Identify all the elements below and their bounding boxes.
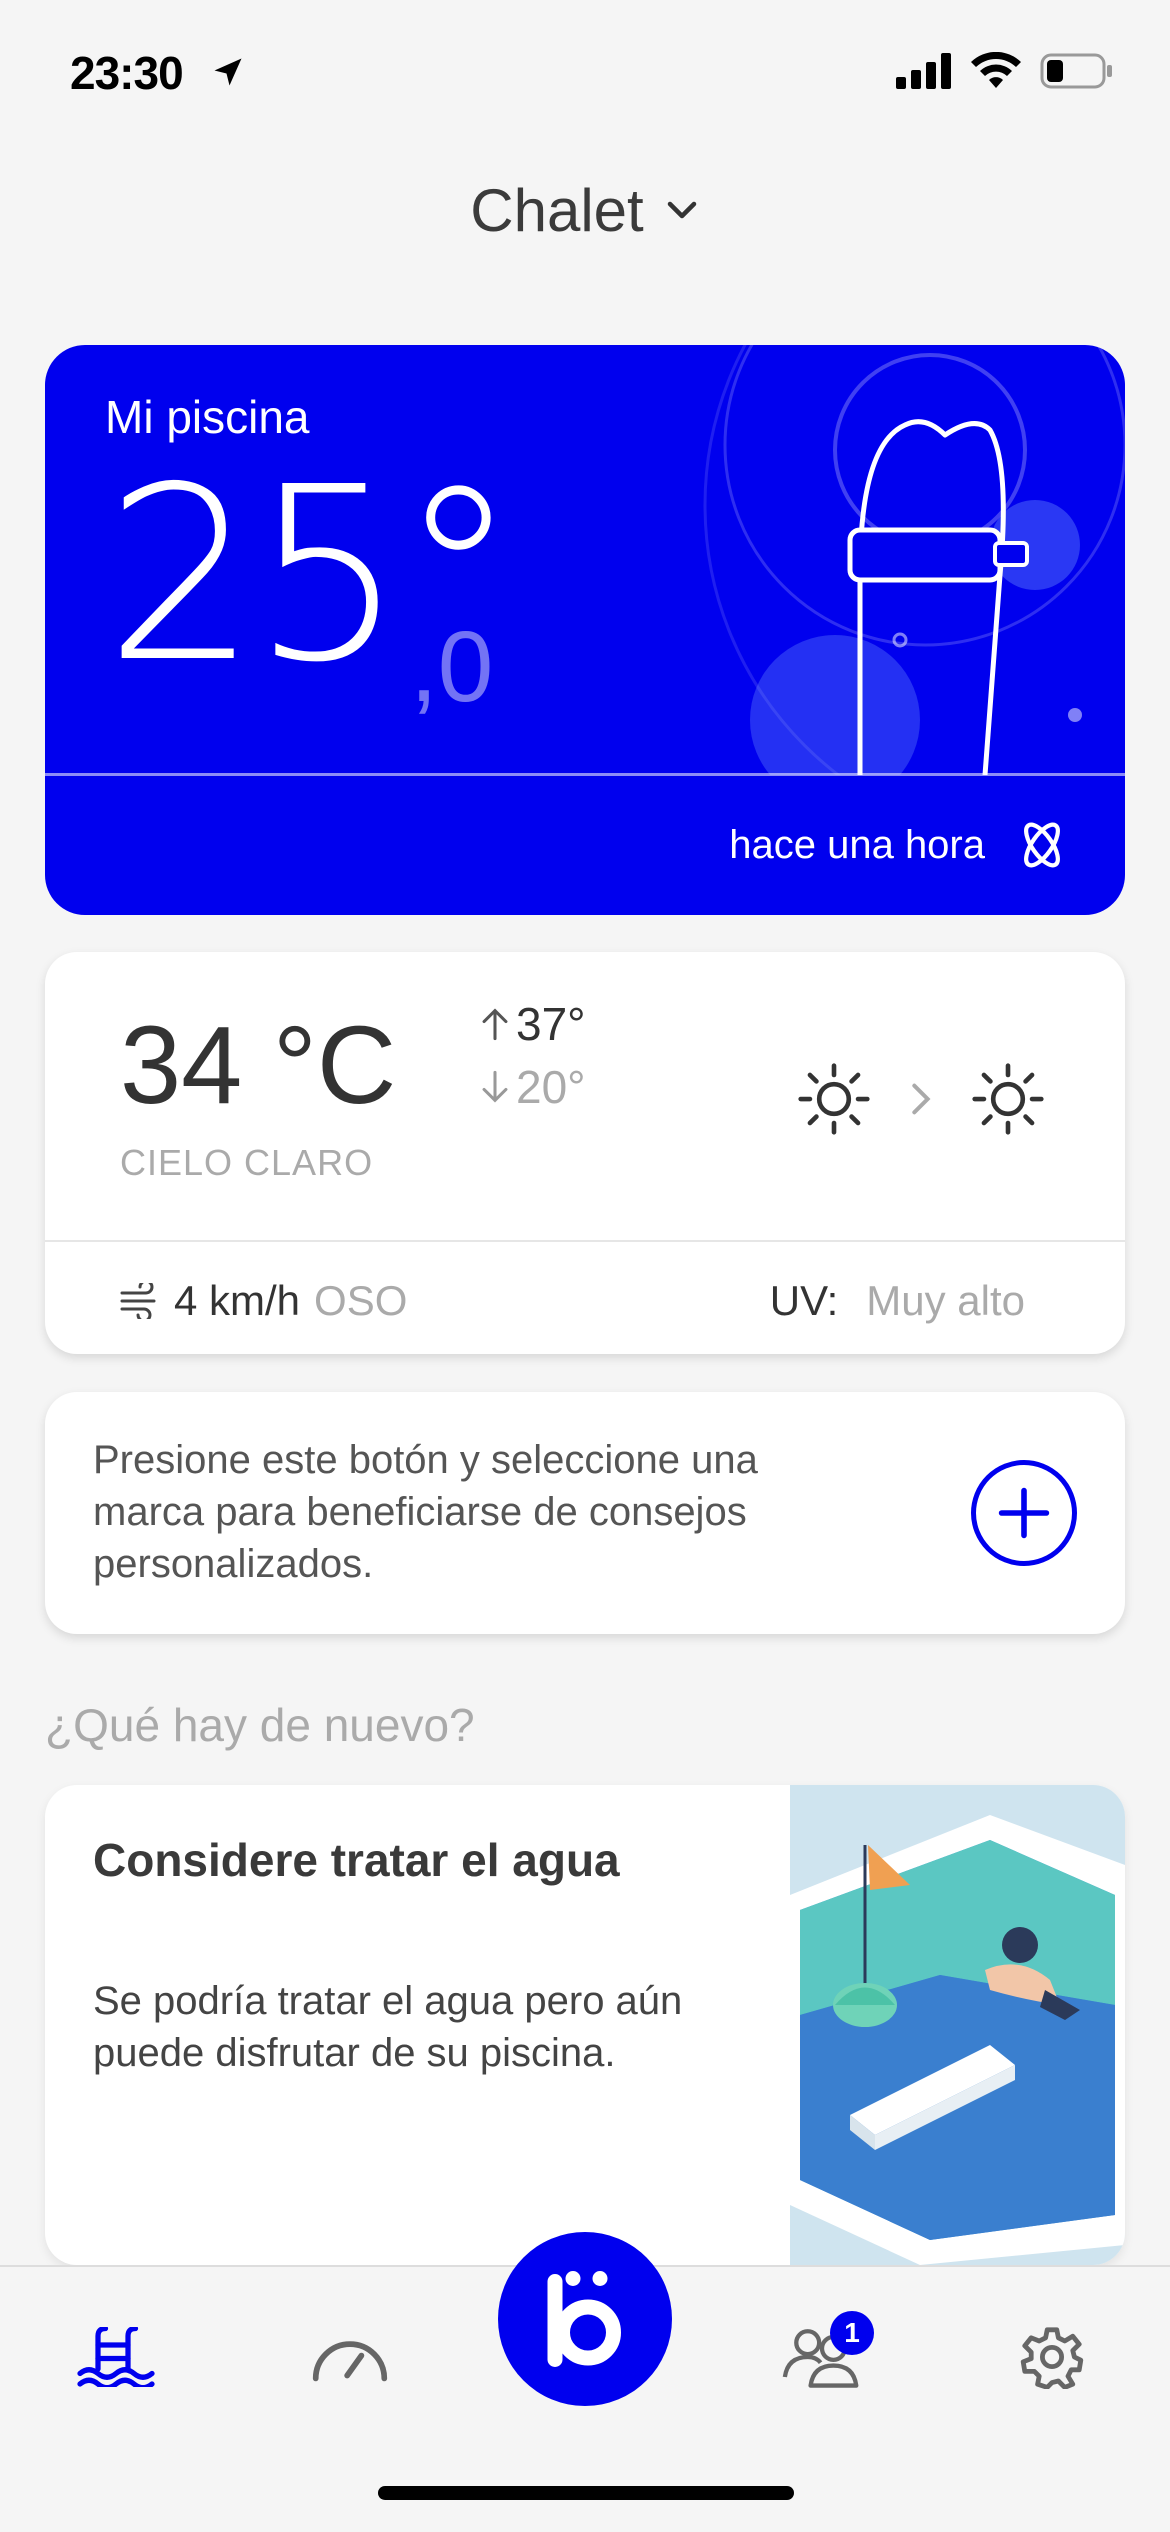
pool-swimmer-illustration: [790, 1785, 1125, 2265]
weather-max-value: 37°: [516, 998, 586, 1050]
gauge-icon: [312, 2341, 388, 2382]
location-name: Chalet: [470, 176, 644, 244]
wind-direction: OSO: [314, 1277, 408, 1324]
brand-prompt-card: Presione este botón y seleccione una mar…: [45, 1392, 1125, 1634]
wind-icon: [120, 1283, 156, 1319]
pool-ladder-icon: [77, 2327, 155, 2387]
signal-icon: [896, 53, 951, 89]
weather-divider: [45, 1240, 1125, 1242]
weather-forecast: [797, 1062, 1045, 1136]
location-arrow-icon: [214, 58, 242, 86]
weather-uv: UV: Muy alto: [770, 1277, 1025, 1325]
weather-card[interactable]: 34 °C 37° 20° CIELO CLARO 4 km/h OSO UV:…: [45, 952, 1125, 1354]
sun-icon: [972, 1063, 1044, 1135]
news-body: Se podría tratar el agua pero aún puede …: [93, 1979, 683, 2075]
weather-min: 20°: [480, 1060, 586, 1114]
status-indicators: [896, 52, 1114, 90]
pool-temperature-decimal: ,0: [410, 611, 494, 723]
tab-community[interactable]: 1: [782, 2311, 874, 2397]
news-heading: ¿Qué hay de nuevo?: [45, 1699, 475, 1751]
pool-last-updated: hace una hora: [729, 823, 985, 867]
wind-speed: 4 km/h: [174, 1277, 301, 1324]
sensor-link-icon: [1024, 822, 1060, 868]
location-selector[interactable]: Chalet: [0, 170, 1170, 250]
brand-prompt-text: Presione este botón y seleccione una mar…: [93, 1438, 758, 1586]
uv-value: Muy alto: [866, 1277, 1025, 1324]
community-badge: 1: [830, 2311, 874, 2355]
weather-max: 37°: [480, 997, 586, 1051]
weather-wind: 4 km/h OSO: [120, 1277, 407, 1325]
home-indicator: [378, 2486, 794, 2500]
uv-label: UV:: [769, 1277, 839, 1324]
arrow-down-icon: [482, 1070, 508, 1103]
gear-icon: [1020, 2327, 1084, 2389]
brand-logo-icon: [547, 2271, 621, 2367]
battery-icon: [1040, 53, 1112, 89]
wifi-icon: [971, 52, 1021, 88]
status-bar: 23:30: [0, 0, 1170, 140]
arrow-up-icon: [482, 1008, 508, 1041]
chevron-down-icon: [667, 201, 696, 219]
news-title: Considere tratar el agua: [93, 1834, 620, 1886]
pool-divider: [45, 773, 1125, 776]
weather-temperature: 34 °C: [120, 1004, 397, 1127]
plus-icon: [998, 1487, 1050, 1539]
sun-icon: [798, 1063, 870, 1135]
pool-card[interactable]: Mi piscina 25° ,0 hace una hora: [45, 345, 1125, 915]
tab-brand-home[interactable]: [498, 2232, 672, 2406]
chevron-right-icon: [912, 1083, 931, 1115]
weather-condition: CIELO CLARO: [120, 1142, 374, 1183]
weather-min-value: 20°: [516, 1061, 586, 1113]
tab-dashboard[interactable]: [310, 2317, 390, 2397]
tab-settings[interactable]: [1012, 2317, 1092, 2397]
add-brand-button[interactable]: [971, 1460, 1077, 1566]
tab-pool[interactable]: [76, 2317, 156, 2397]
status-time: 23:30: [70, 47, 184, 99]
news-card[interactable]: Considere tratar el agua Se podría trata…: [45, 1785, 1125, 2265]
